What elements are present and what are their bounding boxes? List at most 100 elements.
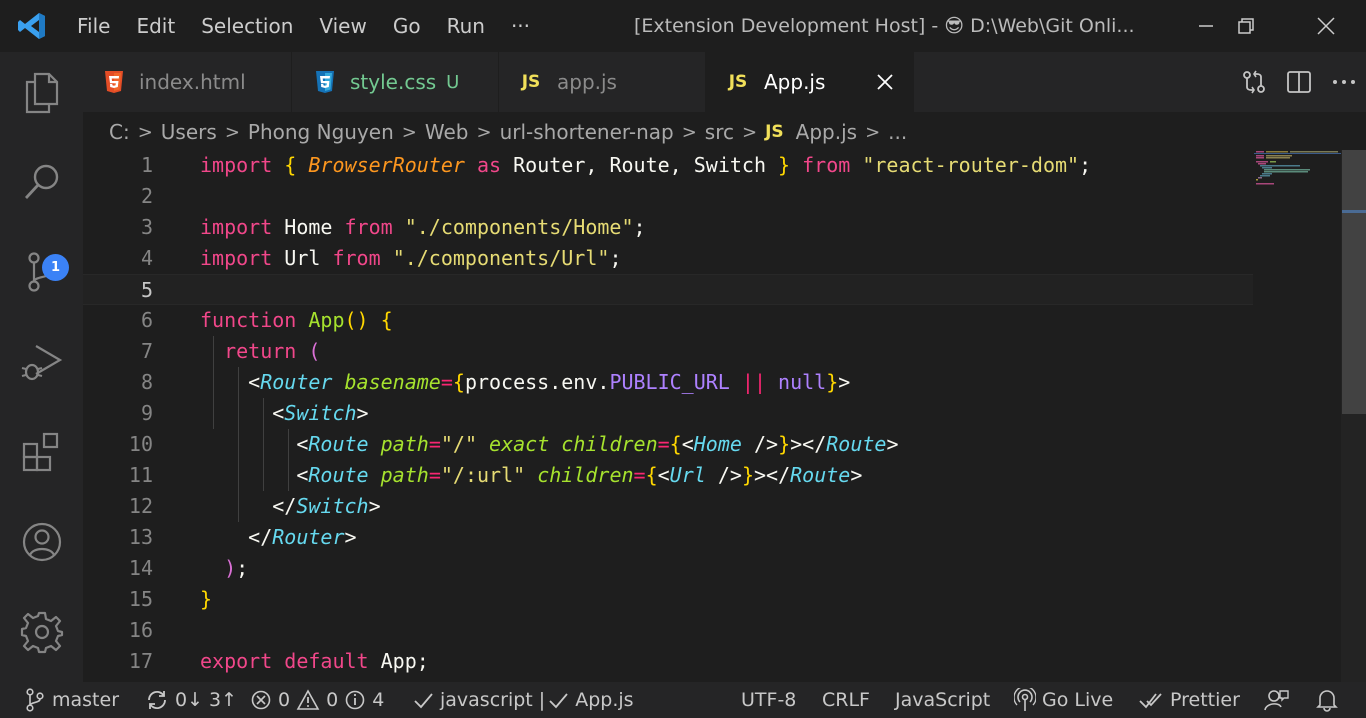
code-line: 3 import Home from "./components/Home"; — [83, 212, 1253, 243]
chevron-right-icon: > — [224, 121, 240, 143]
editor-actions — [1231, 52, 1366, 112]
breadcrumb-file[interactable]: App.js — [796, 120, 857, 144]
line-number: 4 — [140, 246, 153, 270]
branch-name: master — [52, 689, 120, 711]
breadcrumb: C: > Users > Phong Nguyen > Web > url-shorte… — [83, 112, 1366, 152]
tab-label: App.js — [764, 70, 826, 94]
extensions-icon[interactable] — [0, 412, 83, 492]
tab-index-html[interactable]: index.html — [83, 52, 292, 112]
menu-edit[interactable]: Edit — [123, 0, 188, 52]
line-number: 15 — [128, 587, 153, 611]
line-number: 12 — [128, 494, 153, 518]
line-number: 14 — [128, 556, 153, 580]
go-live-button[interactable]: Go Live — [1014, 682, 1113, 718]
split-editor-icon[interactable] — [1276, 52, 1321, 112]
search-icon[interactable] — [0, 142, 83, 222]
line-number: 10 — [128, 432, 153, 456]
eslint-status[interactable]: javascript | App.js — [412, 682, 634, 718]
menu-selection[interactable]: Selection — [188, 0, 306, 52]
branch-indicator[interactable]: master — [24, 682, 119, 718]
close-tab-icon[interactable] — [873, 70, 897, 94]
menu-run[interactable]: Run — [434, 0, 498, 52]
minimap[interactable] — [1254, 150, 1342, 190]
encoding-selector[interactable]: UTF-8 — [741, 682, 796, 718]
sync-indicator[interactable]: 0↓ 3↑ — [145, 682, 237, 718]
accounts-icon[interactable] — [0, 502, 83, 582]
status-bar: master 0↓ 3↑ 0 0 4 javascript | App.js U… — [0, 682, 1366, 718]
code-line: 15} — [83, 584, 1253, 615]
menu-view[interactable]: View — [306, 0, 379, 52]
explorer-icon[interactable] — [0, 52, 83, 132]
info-count: 4 — [372, 689, 385, 711]
tab-style-css[interactable]: style.css U — [292, 52, 499, 112]
code-line: 1 import { BrowserRouter as Router, Route… — [83, 150, 1253, 181]
chevron-right-icon: > — [865, 121, 881, 143]
breadcrumb-web[interactable]: Web — [425, 120, 469, 144]
line-number: 3 — [140, 215, 153, 239]
breadcrumb-users[interactable]: Users — [161, 120, 217, 144]
menu-go[interactable]: Go — [380, 0, 434, 52]
open-changes-icon[interactable] — [1231, 52, 1276, 112]
settings-gear-icon[interactable] — [0, 592, 83, 672]
feedback-icon[interactable] — [1263, 682, 1295, 718]
line-number: 2 — [140, 184, 153, 208]
tab-app-js-lower[interactable]: JS app.js — [499, 52, 706, 112]
chevron-right-icon: > — [401, 121, 417, 143]
sync-counts: 0↓ 3↑ — [175, 689, 238, 711]
breadcrumb-symbols[interactable]: ... — [888, 120, 907, 144]
line-number: 9 — [140, 401, 153, 425]
code-line: 10 <Route path="/" exact children={<Home… — [83, 429, 1253, 460]
restore-button[interactable] — [1206, 0, 1286, 52]
code-line: 6 function App() { — [83, 305, 1253, 336]
source-control-icon[interactable]: 1 — [0, 232, 83, 312]
code-line: 14 ); — [83, 553, 1253, 584]
close-window-button[interactable] — [1286, 0, 1366, 52]
line-number: 8 — [140, 370, 153, 394]
vertical-scrollbar[interactable] — [1341, 150, 1366, 682]
code-line: 4 import Url from "./components/Url"; — [83, 243, 1253, 274]
more-actions-icon[interactable] — [1321, 52, 1366, 112]
untracked-status-badge: U — [446, 71, 460, 93]
eol-label: CRLF — [822, 689, 870, 711]
encoding-label: UTF-8 — [741, 689, 797, 711]
window-title-prefix: [Extension Development Host] - — [634, 15, 945, 37]
language-mode-selector[interactable]: JavaScript — [895, 682, 990, 718]
error-count: 0 — [278, 689, 291, 711]
line-number: 6 — [140, 308, 153, 332]
run-debug-icon[interactable] — [0, 322, 83, 402]
prettier-label: Prettier — [1170, 689, 1240, 711]
code-editor[interactable]: 1 import { BrowserRouter as Router, Route… — [83, 150, 1366, 682]
code-line: 16 — [83, 615, 1253, 646]
eol-selector[interactable]: CRLF — [822, 682, 870, 718]
scrollbar-thumb[interactable] — [1342, 150, 1366, 414]
line-number: 17 — [128, 649, 153, 673]
problems-indicator[interactable]: 0 0 4 — [250, 682, 384, 718]
chevron-right-icon: > — [681, 121, 697, 143]
breadcrumb-project[interactable]: url-shortener-nap — [500, 120, 674, 144]
notifications-bell-icon[interactable] — [1316, 682, 1344, 718]
menu-file[interactable]: File — [64, 0, 123, 52]
editor-tab-bar: index.html style.css U JS app.js JS App.… — [83, 52, 1366, 112]
chevron-right-icon: > — [137, 121, 153, 143]
line-number: 11 — [128, 463, 153, 487]
line-number: 5 — [140, 278, 153, 302]
breadcrumb-drive[interactable]: C: — [109, 120, 130, 144]
cursor-position-marker — [1342, 210, 1366, 213]
breadcrumb-src[interactable]: src — [705, 120, 734, 144]
eslint-language: javascript | — [440, 689, 546, 711]
breadcrumb-user[interactable]: Phong Nguyen — [248, 120, 394, 144]
code-line: 11 <Route path="/:url" children={<Url />… — [83, 460, 1253, 491]
css3-icon — [314, 70, 336, 94]
language-label: JavaScript — [895, 689, 991, 711]
line-number: 1 — [140, 153, 153, 177]
javascript-icon: JS — [728, 72, 748, 92]
prettier-status[interactable]: Prettier — [1138, 682, 1240, 718]
code-line: 2 — [83, 181, 1253, 212]
source-control-badge: 1 — [42, 254, 69, 281]
title-bar: File Edit Selection View Go Run ··· [Ext… — [0, 0, 1366, 52]
go-live-label: Go Live — [1042, 689, 1114, 711]
tab-label: app.js — [557, 70, 617, 94]
tab-app-js-active[interactable]: JS App.js — [706, 52, 914, 112]
menu-more[interactable]: ··· — [498, 0, 543, 52]
eslint-file: App.js — [575, 689, 634, 711]
